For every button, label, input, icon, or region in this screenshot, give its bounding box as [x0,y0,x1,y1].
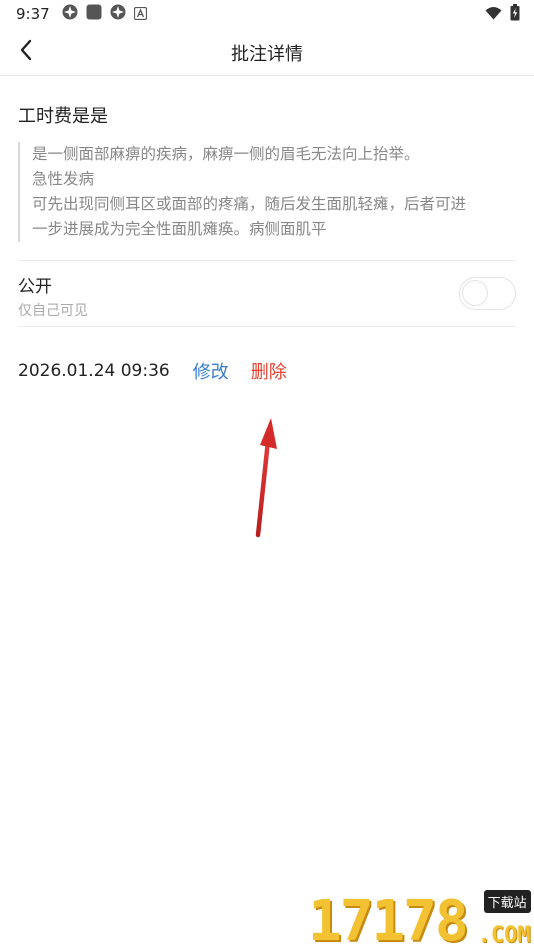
wifi-icon [485,5,502,24]
meta-row: 2026.01.24 09:36 修改 删除 [18,358,287,384]
site-watermark: 17178 下载站 .COM [308,888,534,950]
status-right-icons [485,3,520,25]
public-label: 公开 [18,277,52,297]
annotation-detail-page: 9:37 批注详情 工时费是是 是一侧面部麻痹的疾病，麻痹一侧的眉毛无法向上抬举… [0,0,534,950]
quote-line: 一步进展成为完全性面肌瘫痪。病侧面肌平 [32,220,327,238]
watermark-tag: 下载站 [483,890,531,913]
visibility-hint: 仅自己可见 [18,303,88,319]
status-time: 9:37 [16,5,50,23]
watermark-number: 17178 [308,889,469,950]
delete-button[interactable]: 删除 [251,358,287,384]
annotation-arrow-icon [255,418,277,538]
page-title: 批注详情 [231,44,303,65]
note-datetime: 2026.01.24 09:36 [18,361,170,381]
a-badge-icon [133,5,147,24]
quoted-text-block: 是一侧面部麻痹的疾病，麻痹一侧的眉毛无法向上抬举。 急性发病 可先出现同侧耳区或… [18,142,518,242]
watermark-side: 下载站 .COM [469,888,531,950]
aperture-icon [110,4,126,24]
note-title: 工时费是是 [18,106,108,127]
divider [18,260,516,261]
quote-line: 急性发病 [32,170,95,188]
public-toggle[interactable] [459,277,516,310]
quote-line: 是一侧面部麻痹的疾病，麻痹一侧的眉毛无法向上抬举。 [32,145,420,163]
watermark-suffix: .COM [477,923,531,948]
aperture-icon [62,4,78,24]
edit-button[interactable]: 修改 [193,358,229,384]
nav-header: 批注详情 [0,28,534,76]
quote-line: 可先出现同侧耳区或面部的疼痛，随后发生面肌轻瘫，后者可进 [32,195,467,213]
square-icon [86,4,102,24]
battery-charging-icon [510,3,520,25]
divider [18,326,516,327]
toggle-knob [462,280,488,306]
status-bar: 9:37 [0,0,534,28]
status-left-icons [62,4,147,24]
